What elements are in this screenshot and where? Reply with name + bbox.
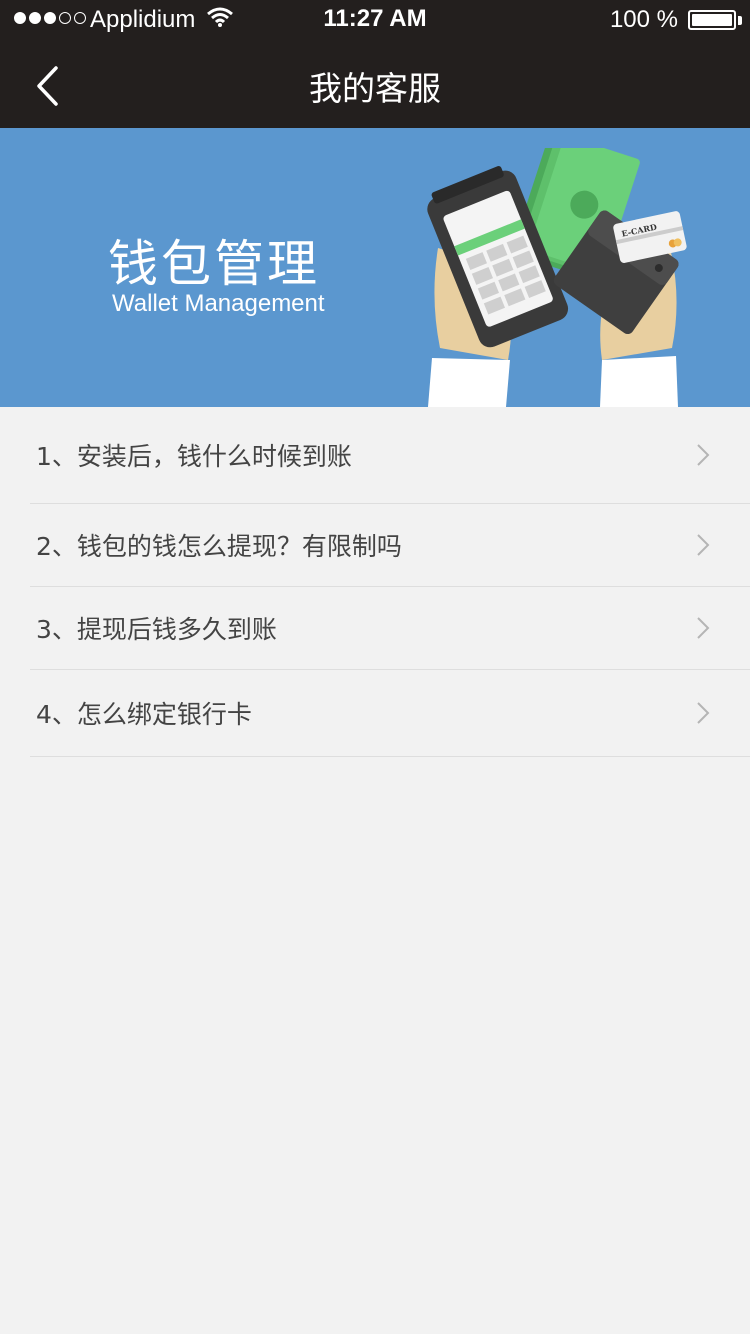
chevron-right-icon <box>697 702 710 724</box>
faq-list: 1、安装后，钱什么时候到账 2、钱包的钱怎么提现？有限制吗 3、提现后钱多久到账… <box>0 407 750 757</box>
faq-item-label: 3、提现后钱多久到账 <box>36 615 277 644</box>
chevron-right-icon <box>697 444 710 466</box>
back-button[interactable] <box>22 58 72 114</box>
page-title: 我的客服 <box>309 69 441 108</box>
faq-item-3[interactable]: 3、提现后钱多久到账 <box>30 587 750 670</box>
status-bar: Applidium 11:27 AM 100 % <box>0 0 750 40</box>
faq-item-label: 2、钱包的钱怎么提现？有限制吗 <box>36 532 402 561</box>
banner-subtitle: Wallet Management <box>112 290 325 317</box>
battery-percent: 100 % <box>609 6 678 33</box>
faq-item-4[interactable]: 4、怎么绑定银行卡 <box>30 670 750 757</box>
chevron-right-icon <box>697 534 710 556</box>
chevron-right-icon <box>697 617 710 639</box>
chevron-left-icon <box>37 66 58 106</box>
battery-icon <box>688 10 736 30</box>
faq-item-2[interactable]: 2、钱包的钱怎么提现？有限制吗 <box>30 504 750 587</box>
wallet-banner: 钱包管理 Wallet Management E-CARD <box>0 128 750 407</box>
faq-item-1[interactable]: 1、安装后，钱什么时候到账 <box>30 407 750 504</box>
banner-title: 钱包管理 <box>108 235 320 293</box>
top-bar: Applidium 11:27 AM 100 % 我的客服 <box>0 0 750 128</box>
wallet-illustration: E-CARD <box>427 148 687 407</box>
faq-item-label: 1、安装后，钱什么时候到账 <box>36 442 352 471</box>
battery-cap <box>738 16 742 25</box>
faq-item-label: 4、怎么绑定银行卡 <box>36 700 252 729</box>
